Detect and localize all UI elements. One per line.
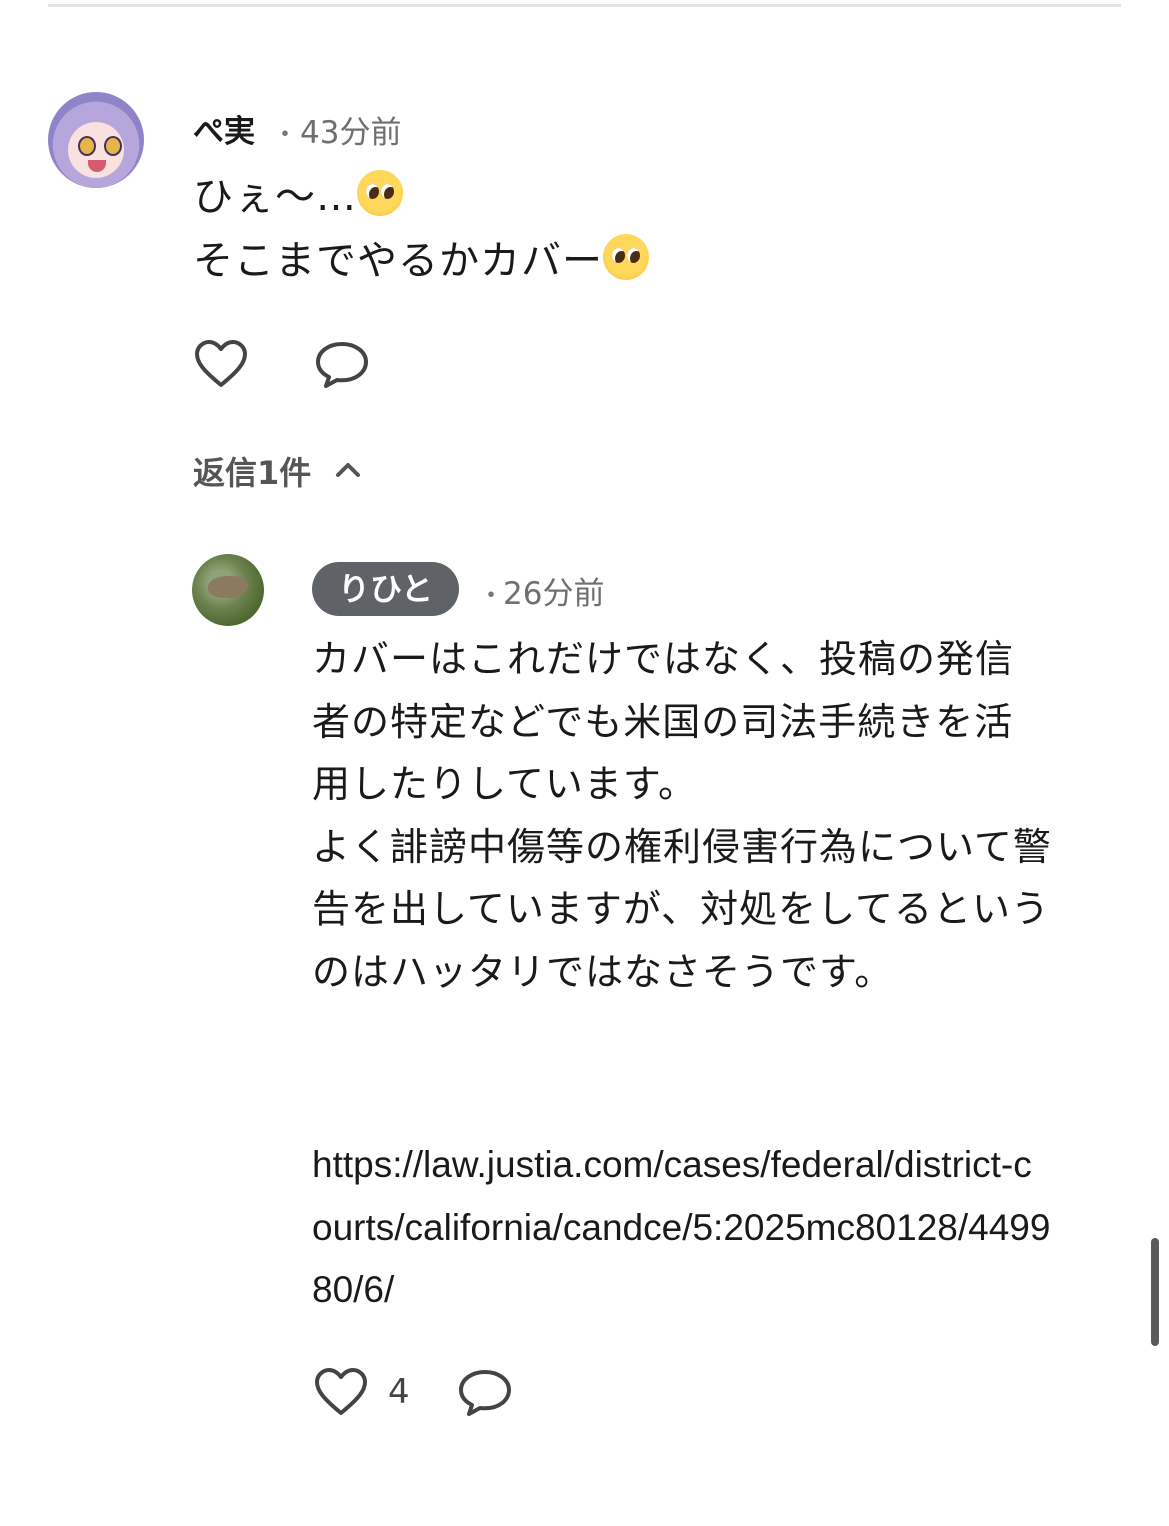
reply-username-badge[interactable]: りひと [312,562,460,616]
reply-text: カバーはこれだけではなく、投稿の発信者の特定などでも米国の司法手続きを活用したり… [312,637,1052,994]
top-divider [48,4,1121,7]
speech-bubble-icon[interactable] [457,1368,513,1418]
speech-bubble-icon[interactable] [314,340,370,390]
heart-icon[interactable] [194,339,248,389]
comment-text: ひぇ〜… そこまでやるかカバー [193,165,649,293]
reply-separator: ・ [478,581,505,611]
comment-separator: ・ [272,120,299,150]
comment-text-line1: ひぇ〜… [193,174,357,220]
comment-username[interactable]: ぺ実 [193,106,255,151]
comment-timestamp: 43分前 [300,115,402,151]
avatar-pemi[interactable] [48,92,144,188]
heart-icon[interactable] [314,1367,368,1417]
comment-text-line2: そこまでやるかカバー [193,238,603,284]
reply-timestamp: 26分前 [503,576,605,612]
scrollbar[interactable] [1151,1238,1159,1346]
replies-toggle[interactable]: 返信1件 [193,448,361,494]
pleading-face-emoji [603,234,649,280]
pleading-face-emoji [357,170,403,216]
reply-like-count: 4 [388,1372,410,1412]
avatar-rihito[interactable] [192,554,264,626]
chevron-up-icon [335,460,361,482]
reply-link[interactable]: https://law.justia.com/cases/federal/dis… [312,1134,1052,1322]
replies-toggle-label: 返信1件 [193,454,312,492]
